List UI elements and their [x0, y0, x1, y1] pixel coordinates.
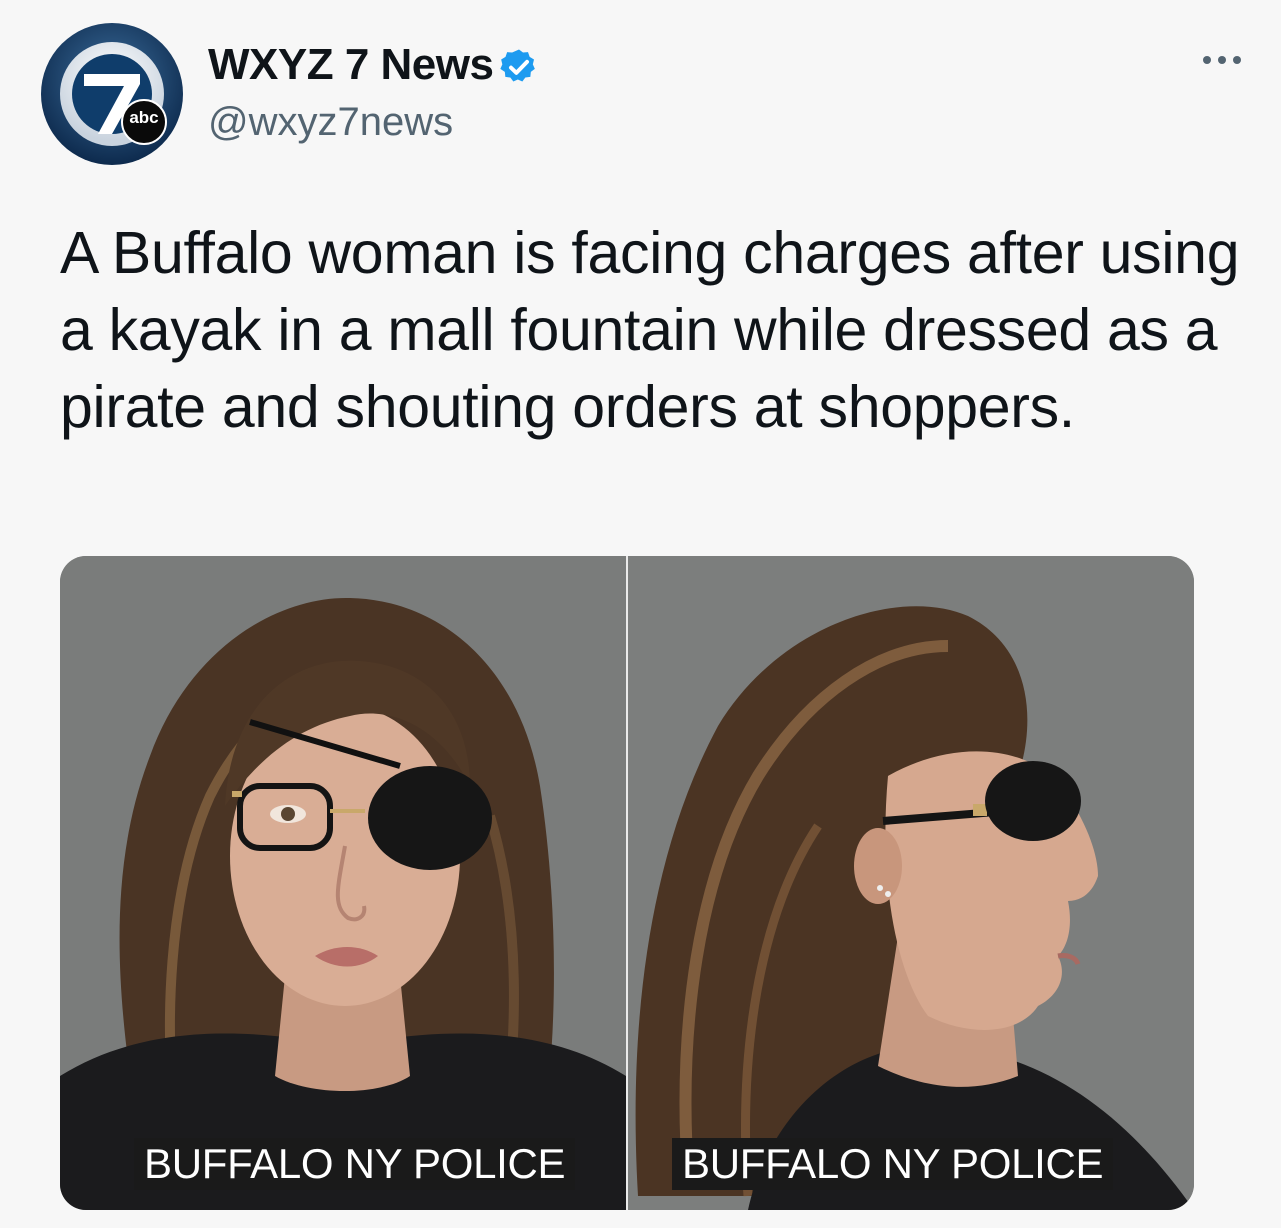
media-grid[interactable]: BUFFALO NY POLICE BUFFALO NY POLICE [60, 556, 1194, 1210]
author-block: WXYZ 7 News @wxyz7news [208, 38, 539, 145]
mugshot-front-image [60, 556, 626, 1210]
more-dot [1218, 56, 1226, 64]
author-name[interactable]: WXYZ 7 News [208, 40, 494, 90]
more-dot [1233, 56, 1241, 64]
more-horizontal-icon[interactable] [1201, 50, 1243, 70]
mugshot-profile-photo[interactable]: BUFFALO NY POLICE [628, 556, 1194, 1210]
more-dot [1203, 56, 1211, 64]
post-text: A Buffalo woman is facing charges after … [60, 220, 1240, 440]
photo-caption: BUFFALO NY POLICE [672, 1138, 1114, 1190]
author-avatar[interactable]: abc [40, 22, 184, 166]
author-handle[interactable]: @wxyz7news [208, 100, 539, 145]
abc-badge-text: abc [129, 108, 159, 127]
abc-7-logo-icon [41, 23, 183, 165]
photo-caption: BUFFALO NY POLICE [134, 1138, 576, 1190]
mugshot-profile-image [628, 556, 1194, 1210]
mugshot-front-photo[interactable]: BUFFALO NY POLICE [60, 556, 626, 1210]
post-card: abc WXYZ 7 News @wxyz7news A Buffalo wom… [0, 0, 1281, 1228]
author-name-row: WXYZ 7 News [208, 38, 539, 92]
verified-badge-icon [500, 49, 536, 82]
